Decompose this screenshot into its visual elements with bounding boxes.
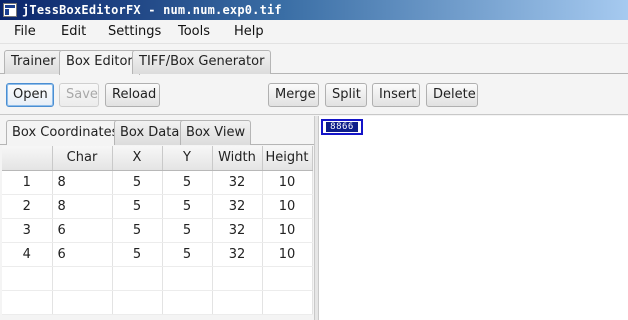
char-cell[interactable]: 8 bbox=[52, 170, 113, 195]
row-index: 2 bbox=[2, 194, 53, 219]
column-header-width[interactable]: Width bbox=[212, 146, 263, 171]
char-cell[interactable]: 6 bbox=[52, 242, 113, 267]
row-index: 1 bbox=[2, 170, 53, 195]
menu-help[interactable]: Help bbox=[234, 24, 264, 39]
insert-button[interactable]: Insert bbox=[372, 83, 420, 107]
y-cell[interactable]: 5 bbox=[162, 242, 213, 267]
table-row[interactable]: 3 6 5 5 32 10 bbox=[2, 218, 313, 243]
selected-box-outline[interactable]: 8866 bbox=[321, 119, 363, 135]
column-header-height[interactable]: Height bbox=[262, 146, 313, 171]
height-cell[interactable]: 10 bbox=[262, 242, 313, 267]
x-cell[interactable]: 5 bbox=[112, 194, 163, 219]
window-title: jTessBoxEditorFX - num.num.exp0.tif bbox=[22, 3, 282, 17]
char-cell[interactable]: 8 bbox=[52, 194, 113, 219]
glyph-image: 8866 bbox=[326, 122, 358, 132]
tab-tiff-box-generator[interactable]: TIFF/Box Generator bbox=[132, 50, 272, 74]
x-cell[interactable]: 5 bbox=[112, 218, 163, 243]
column-header-y[interactable]: Y bbox=[162, 146, 213, 171]
table-row[interactable]: 1 8 5 5 32 10 bbox=[2, 170, 313, 195]
empty-table-row bbox=[2, 290, 313, 315]
merge-button[interactable]: Merge bbox=[268, 83, 319, 107]
menu-settings[interactable]: Settings bbox=[108, 24, 161, 39]
empty-table-row bbox=[2, 266, 313, 291]
main-tab-bar: Trainer Box Editor TIFF/Box Generator bbox=[0, 44, 628, 75]
app-icon bbox=[3, 3, 17, 17]
menu-file[interactable]: File bbox=[14, 24, 36, 39]
column-header-char[interactable]: Char bbox=[52, 146, 113, 171]
box-list-pane: Box Coordinates Box Data Box View Char X… bbox=[0, 116, 314, 320]
width-cell[interactable]: 32 bbox=[212, 242, 263, 267]
tab-box-view[interactable]: Box View bbox=[180, 120, 252, 145]
menu-bar: File Edit Settings Tools Help bbox=[0, 20, 628, 44]
y-cell[interactable]: 5 bbox=[162, 194, 213, 219]
tab-box-editor[interactable]: Box Editor bbox=[59, 50, 140, 75]
table-header-row: Char X Y Width Height bbox=[2, 146, 313, 171]
x-cell[interactable]: 5 bbox=[112, 170, 163, 195]
toolbar: Open Save Reload Merge Split Insert Dele… bbox=[0, 75, 628, 115]
open-button[interactable]: Open bbox=[6, 83, 54, 107]
y-cell[interactable]: 5 bbox=[162, 218, 213, 243]
tab-trainer[interactable]: Trainer bbox=[4, 50, 63, 74]
tab-box-data[interactable]: Box Data bbox=[114, 120, 186, 145]
width-cell[interactable]: 32 bbox=[212, 218, 263, 243]
y-cell[interactable]: 5 bbox=[162, 170, 213, 195]
column-header-x[interactable]: X bbox=[112, 146, 163, 171]
width-cell[interactable]: 32 bbox=[212, 194, 263, 219]
table-row[interactable]: 4 6 5 5 32 10 bbox=[2, 242, 313, 267]
tab-box-coordinates[interactable]: Box Coordinates bbox=[6, 120, 125, 145]
box-coordinates-table: Char X Y Width Height 1 8 5 5 32 10 2 8 … bbox=[2, 146, 313, 315]
reload-button[interactable]: Reload bbox=[105, 83, 160, 107]
height-cell[interactable]: 10 bbox=[262, 218, 313, 243]
column-header-index[interactable] bbox=[2, 146, 53, 171]
x-cell[interactable]: 5 bbox=[112, 242, 163, 267]
menu-edit[interactable]: Edit bbox=[61, 24, 86, 39]
menu-tools[interactable]: Tools bbox=[178, 24, 210, 39]
height-cell[interactable]: 10 bbox=[262, 170, 313, 195]
table-row[interactable]: 2 8 5 5 32 10 bbox=[2, 194, 313, 219]
height-cell[interactable]: 10 bbox=[262, 194, 313, 219]
char-cell[interactable]: 6 bbox=[52, 218, 113, 243]
split-button[interactable]: Split bbox=[325, 83, 367, 107]
title-bar: jTessBoxEditorFX - num.num.exp0.tif bbox=[0, 0, 628, 20]
row-index: 3 bbox=[2, 218, 53, 243]
sub-tab-bar: Box Coordinates Box Data Box View bbox=[0, 116, 314, 145]
save-button[interactable]: Save bbox=[59, 83, 99, 107]
width-cell[interactable]: 32 bbox=[212, 170, 263, 195]
delete-button[interactable]: Delete bbox=[426, 83, 478, 107]
row-index: 4 bbox=[2, 242, 53, 267]
image-view-pane[interactable]: 8866 bbox=[319, 116, 628, 320]
